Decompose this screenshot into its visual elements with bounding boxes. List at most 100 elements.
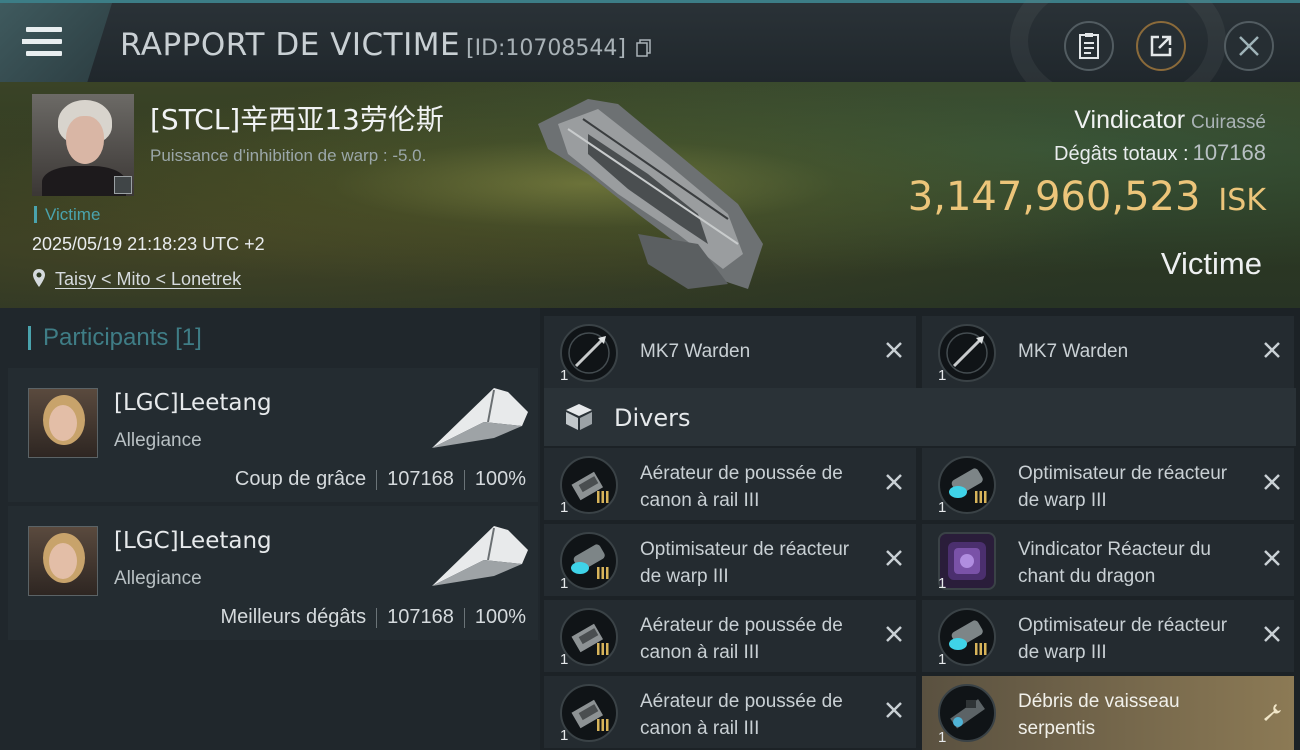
ship-name[interactable]: Vindicator Cuirassé: [1074, 106, 1266, 135]
destroyed-x-icon: [886, 550, 902, 566]
cube-icon: [566, 404, 592, 430]
attacker-ship-image: [432, 388, 528, 448]
rail-aerator-icon: [560, 684, 618, 742]
warp-optimizer-icon: [560, 532, 618, 590]
item-row[interactable]: 1 MK7 Warden: [544, 316, 916, 388]
tier-3-icon: [597, 567, 609, 579]
participant-card[interactable]: [LGC]Leetang Allegiance Coup de grâce 107…: [8, 368, 538, 502]
participant-stats: Coup de grâce 107168 100%: [234, 468, 526, 490]
share-icon: [1150, 35, 1172, 57]
clipboard-button[interactable]: [1064, 21, 1114, 71]
participant-card[interactable]: [LGC]Leetang Allegiance Meilleurs dégâts…: [8, 506, 538, 640]
pin-icon: [33, 269, 45, 287]
item-qty: 1: [560, 575, 569, 592]
victim-banner: [STCL]辛西亚13劳伦斯 Puissance d'inhibition de…: [0, 82, 1300, 308]
item-label: Débris de vaisseau serpentis: [1018, 691, 1180, 739]
isk-value: 3,147,960,523 ISK: [907, 174, 1266, 220]
participant-alliance: Allegiance: [114, 430, 202, 451]
participants-panel: Participants [1] [LGC]Leetang Allegiance…: [0, 308, 540, 750]
destroyed-x-icon: [886, 474, 902, 490]
item-label: Aérateur de poussée de canon à rail III: [640, 463, 843, 511]
wrench-icon: [1264, 704, 1281, 721]
item-row[interactable]: 1 MK7 Warden: [922, 316, 1294, 388]
item-qty: 1: [938, 729, 947, 746]
item-qty: 1: [938, 367, 947, 384]
participant-alliance: Allegiance: [114, 568, 202, 589]
avatar: [28, 388, 98, 458]
item-row[interactable]: 1 Aérateur de poussée de canon à rail II…: [544, 600, 916, 672]
wreck-debris-icon: [938, 684, 996, 742]
item-row[interactable]: 1 Optimisateur de réacteur de warp III: [922, 600, 1294, 672]
drone-icon: [938, 324, 996, 382]
item-row[interactable]: 1 Optimisateur de réacteur de warp III: [922, 448, 1294, 520]
item-row[interactable]: 1 Optimisateur de réacteur de warp III: [544, 524, 916, 596]
portrait-badge-icon: [114, 176, 132, 194]
item-label: Optimisateur de réacteur de warp III: [1018, 615, 1228, 663]
tier-3-icon: [975, 643, 987, 655]
item-label: MK7 Warden: [640, 341, 751, 362]
participant-name: [LGC]Leetang: [114, 528, 272, 554]
destroyed-x-icon: [1264, 550, 1280, 566]
copy-icon[interactable]: [636, 39, 652, 57]
menu-button[interactable]: [0, 3, 112, 82]
destroyed-x-icon: [886, 626, 902, 642]
item-qty: 1: [938, 575, 947, 592]
dragon-reactor-icon: [938, 532, 996, 590]
section-header-misc[interactable]: Divers: [544, 388, 1296, 446]
tier-3-icon: [597, 643, 609, 655]
total-damage: Dégâts totaux :107168: [1054, 140, 1266, 165]
attacker-ship-image: [432, 526, 528, 586]
tier-3-icon: [597, 719, 609, 731]
item-qty: 1: [938, 651, 947, 668]
page-title: RAPPORT DE VICTIME: [120, 27, 461, 63]
item-label: Aérateur de poussée de canon à rail III: [640, 691, 843, 739]
item-row[interactable]: 1 Aérateur de poussée de canon à rail II…: [544, 448, 916, 520]
item-qty: 1: [938, 499, 947, 516]
item-label: Optimisateur de réacteur de warp III: [1018, 463, 1228, 511]
destroyed-x-icon: [1264, 342, 1280, 358]
section-title: Divers: [614, 404, 691, 432]
share-button[interactable]: [1136, 21, 1186, 71]
tier-3-icon: [975, 491, 987, 503]
item-label: MK7 Warden: [1018, 341, 1129, 362]
victim-role-label: Victime: [1160, 246, 1262, 281]
drone-icon: [560, 324, 618, 382]
warp-optimizer-icon: [938, 608, 996, 666]
victim-location-link[interactable]: Taisy < Mito < Lonetrek: [55, 269, 241, 290]
item-qty: 1: [560, 651, 569, 668]
participant-stats: Meilleurs dégâts 107168 100%: [220, 606, 526, 628]
victim-datetime: 2025/05/19 21:18:23 UTC +2: [32, 234, 265, 254]
items-panel: 1 MK7 Warden 1 MK7 Warden Divers 1 Aérat…: [540, 308, 1300, 750]
rail-aerator-icon: [560, 608, 618, 666]
rail-aerator-icon: [560, 456, 618, 514]
clipboard-icon: [1079, 33, 1099, 59]
victim-portrait[interactable]: [32, 94, 134, 196]
item-qty: 1: [560, 367, 569, 384]
warp-optimizer-icon: [938, 456, 996, 514]
item-row[interactable]: 1 Vindicator Réacteur du chant du dragon: [922, 524, 1294, 596]
avatar: [28, 526, 98, 596]
participants-header: Participants [1]: [28, 326, 202, 350]
participant-name: [LGC]Leetang: [114, 390, 272, 416]
close-icon: [1239, 36, 1259, 56]
item-label: Vindicator Réacteur du chant du dragon: [1018, 539, 1211, 587]
destroyed-x-icon: [1264, 626, 1280, 642]
destroyed-x-icon: [886, 702, 902, 718]
top-bar: RAPPORT DE VICTIME [ID:10708544]: [0, 0, 1300, 119]
destroyed-x-icon: [886, 342, 902, 358]
tier-3-icon: [597, 491, 609, 503]
report-id: [ID:10708544]: [466, 36, 626, 61]
item-label: Optimisateur de réacteur de warp III: [640, 539, 850, 587]
menu-icon: [22, 27, 64, 57]
item-row-dropped[interactable]: 1 Débris de vaisseau serpentis: [922, 676, 1294, 750]
item-row[interactable]: 1 Aérateur de poussée de canon à rail II…: [544, 676, 916, 748]
item-qty: 1: [560, 727, 569, 744]
destroyed-x-icon: [1264, 474, 1280, 490]
victim-subtitle: Puissance d'inhibition de warp : -5.0.: [150, 146, 427, 165]
item-qty: 1: [560, 499, 569, 516]
item-label: Aérateur de poussée de canon à rail III: [640, 615, 843, 663]
victim-name[interactable]: [STCL]辛西亚13劳伦斯: [150, 98, 444, 138]
close-button[interactable]: [1224, 21, 1274, 71]
victim-ship-image[interactable]: [528, 94, 768, 294]
victim-tag: Victime: [34, 206, 100, 223]
